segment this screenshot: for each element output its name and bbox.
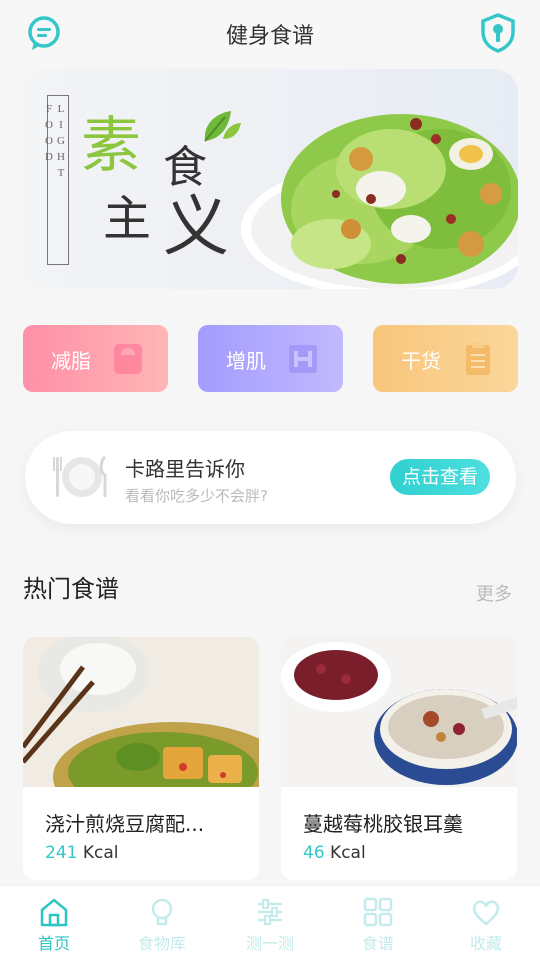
recipe-kcal-value: 46 xyxy=(303,843,325,863)
scale-icon xyxy=(114,344,142,374)
tab-recipes[interactable]: 食谱 xyxy=(324,886,432,960)
shield-icon[interactable] xyxy=(478,12,518,54)
tab-label: 食谱 xyxy=(361,934,394,953)
banner-vertical-text: LIGHT FOOD xyxy=(43,103,67,183)
section-title: 热门食谱 xyxy=(23,575,119,603)
grid-icon xyxy=(363,897,393,927)
home-icon xyxy=(40,898,68,927)
page-title: 健身食谱 xyxy=(225,24,314,49)
category-label: 减脂 xyxy=(51,349,91,373)
recipe-image xyxy=(23,637,259,787)
recipe-name: 蔓越莓桃胶银耳羹 xyxy=(303,812,463,836)
lightbulb-icon xyxy=(151,898,173,926)
recipe-calories: 46 Kcal xyxy=(303,843,366,863)
heart-icon xyxy=(472,900,500,926)
clipboard-icon xyxy=(466,342,490,375)
category-muscle-button[interactable]: 增肌 xyxy=(198,325,343,392)
leaf-icon xyxy=(204,111,241,142)
calorie-card[interactable]: 卡路里告诉你 看看你吃多少不会胖? 点击查看 xyxy=(25,431,516,524)
banner-char-1: 素 xyxy=(81,111,141,181)
recipe-image xyxy=(281,637,517,787)
more-link[interactable]: 更多 xyxy=(476,580,512,606)
category-tips-button[interactable]: 干货 xyxy=(373,325,518,392)
recipe-kcal-value: 241 xyxy=(45,843,78,863)
header: 健身食谱 xyxy=(0,0,540,66)
tab-label: 收藏 xyxy=(469,934,502,953)
plate-cutlery-icon xyxy=(53,455,107,497)
tab-favorites[interactable]: 收藏 xyxy=(432,886,540,960)
view-calorie-button[interactable]: 点击查看 xyxy=(390,459,490,495)
banner-char-3: 主 xyxy=(103,191,152,247)
recipe-kcal-unit: Kcal xyxy=(82,843,119,863)
sliders-icon xyxy=(258,899,282,925)
tab-label: 首页 xyxy=(37,934,70,953)
recipe-calories: 241 Kcal xyxy=(45,843,119,863)
hero-banner[interactable]: LIGHT FOOD 素 食 主 义 xyxy=(23,69,518,289)
dumbbell-icon xyxy=(289,345,317,373)
banner-char-4: 义 xyxy=(163,188,229,265)
calorie-subtitle: 看看你吃多少不会胖? xyxy=(125,487,268,505)
tab-label: 测一测 xyxy=(245,934,294,953)
category-label: 增肌 xyxy=(226,349,266,373)
bottom-tab-bar: 首页 食物库 测一测 食谱 收藏 xyxy=(0,885,540,960)
tab-food-library[interactable]: 食物库 xyxy=(108,886,216,960)
recipe-card[interactable]: 蔓越莓桃胶银耳羹 46 Kcal xyxy=(281,637,517,880)
category-fat-loss-button[interactable]: 减脂 xyxy=(23,325,168,392)
tab-test[interactable]: 测一测 xyxy=(216,886,324,960)
tab-label: 食物库 xyxy=(137,934,186,953)
recipe-card[interactable]: 浇汁煎烧豆腐配... 241 Kcal xyxy=(23,637,259,880)
recipe-name: 浇汁煎烧豆腐配... xyxy=(45,812,205,836)
recipe-kcal-unit: Kcal xyxy=(330,843,366,863)
tab-home[interactable]: 首页 xyxy=(0,886,108,960)
calorie-title: 卡路里告诉你 xyxy=(125,457,245,481)
category-label: 干货 xyxy=(401,349,441,373)
salad-image xyxy=(241,114,518,289)
